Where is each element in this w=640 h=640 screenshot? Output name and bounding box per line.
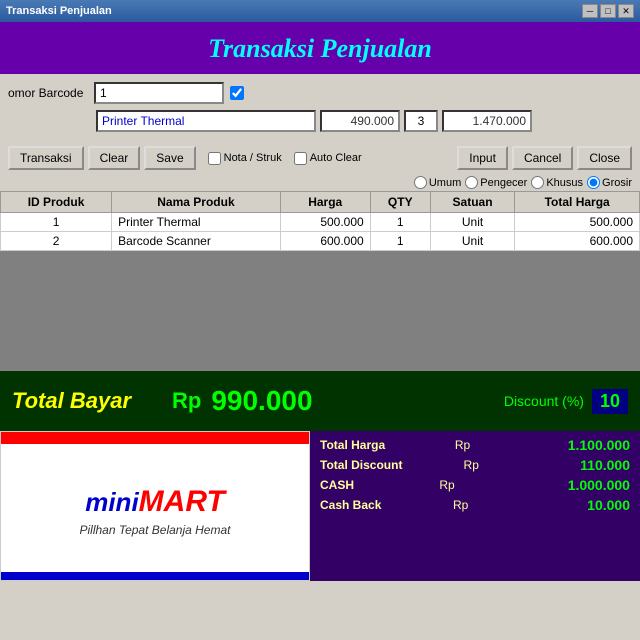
bottom-section: mini MART Pillhan Tepat Belanja Hemat To…: [0, 431, 640, 581]
radio-grosir-input[interactable]: [587, 176, 600, 189]
total-input[interactable]: [442, 110, 532, 132]
cell-name: Printer Thermal: [112, 213, 281, 232]
cell-name: Barcode Scanner: [112, 232, 281, 251]
cell-satuan: Unit: [430, 232, 515, 251]
summary-label: Total Harga: [320, 438, 385, 452]
minimize-button[interactable]: ─: [582, 4, 598, 18]
summary-row: Cash Back Rp 10.000: [320, 497, 630, 513]
product-table: ID Produk Nama Produk Harga QTY Satuan T…: [0, 191, 640, 251]
total-bayar-label: Total Bayar: [12, 388, 162, 414]
summary-value: 110.000: [540, 457, 630, 473]
maximize-button[interactable]: □: [600, 4, 616, 18]
logo-minimart: mini MART: [85, 485, 225, 519]
discount-label: Discount (%): [504, 393, 584, 409]
form-row2: [8, 110, 632, 132]
col-name: Nama Produk: [112, 192, 281, 213]
radio-khusus-input[interactable]: [531, 176, 544, 189]
summary-row: CASH Rp 1.000.000: [320, 477, 630, 493]
logo-mini: mini: [85, 487, 138, 518]
col-satuan: Satuan: [430, 192, 515, 213]
summary-rp: Rp: [464, 458, 479, 472]
col-harga: Harga: [280, 192, 370, 213]
cancel-button[interactable]: Cancel: [512, 146, 573, 170]
cell-total: 600.000: [515, 232, 640, 251]
barcode-input[interactable]: [94, 82, 224, 104]
radio-umum-input[interactable]: [414, 176, 427, 189]
price-input[interactable]: [320, 110, 400, 132]
col-total: Total Harga: [515, 192, 640, 213]
close-window-button[interactable]: ✕: [618, 4, 634, 18]
title-bar: Transaksi Penjualan ─ □ ✕: [0, 0, 640, 22]
summary-section: Total Harga Rp 1.100.000 Total Discount …: [310, 431, 640, 581]
cell-qty: 1: [370, 213, 430, 232]
summary-row: Total Harga Rp 1.100.000: [320, 437, 630, 453]
close-button[interactable]: Close: [577, 146, 632, 170]
summary-rp: Rp: [455, 438, 470, 452]
qty-input[interactable]: [404, 110, 438, 132]
summary-label: CASH: [320, 478, 354, 492]
nota-struk-label: Nota / Struk: [208, 152, 282, 165]
radio-khusus[interactable]: Khusus: [531, 176, 583, 189]
barcode-checkbox[interactable]: [230, 86, 244, 100]
table-empty: [0, 251, 640, 371]
summary-row: Total Discount Rp 110.000: [320, 457, 630, 473]
radio-grosir[interactable]: Grosir: [587, 176, 632, 189]
cell-id: 2: [1, 232, 112, 251]
summary-label: Total Discount: [320, 458, 402, 472]
total-bayar-bar: Total Bayar Rp 990.000 Discount (%) 10: [0, 371, 640, 431]
total-bayar-rp: Rp: [172, 388, 201, 414]
clear-button[interactable]: Clear: [88, 146, 141, 170]
radio-row: Umum Pengecer Khusus Grosir: [0, 174, 640, 191]
radio-umum[interactable]: Umum: [414, 176, 461, 189]
header-title: Transaksi Penjualan: [0, 34, 640, 64]
logo-blue-bar: [1, 572, 309, 580]
col-id: ID Produk: [1, 192, 112, 213]
logo-mart: MART: [139, 485, 225, 519]
save-button[interactable]: Save: [144, 146, 195, 170]
cell-total: 500.000: [515, 213, 640, 232]
input-button[interactable]: Input: [457, 146, 508, 170]
transaksi-button[interactable]: Transaksi: [8, 146, 84, 170]
cell-satuan: Unit: [430, 213, 515, 232]
radio-pengecer[interactable]: Pengecer: [465, 176, 527, 189]
title-bar-text: Transaksi Penjualan: [6, 5, 112, 17]
total-bayar-amount: 990.000: [211, 385, 312, 417]
cell-harga: 500.000: [280, 213, 370, 232]
product-name-input[interactable]: [96, 110, 316, 132]
summary-value: 1.000.000: [540, 477, 630, 493]
col-qty: QTY: [370, 192, 430, 213]
title-bar-buttons: ─ □ ✕: [582, 4, 634, 18]
summary-label: Cash Back: [320, 498, 381, 512]
cell-qty: 1: [370, 232, 430, 251]
table-row[interactable]: 2 Barcode Scanner 600.000 1 Unit 600.000: [1, 232, 640, 251]
summary-rp: Rp: [453, 498, 468, 512]
auto-clear-checkbox[interactable]: [294, 152, 307, 165]
summary-value: 10.000: [540, 497, 630, 513]
header-section: Transaksi Penjualan: [0, 22, 640, 74]
buttons-row: Transaksi Clear Save Nota / Struk Auto C…: [0, 142, 640, 174]
cell-id: 1: [1, 213, 112, 232]
logo-red-bar: [1, 432, 309, 444]
discount-value: 10: [592, 389, 628, 414]
summary-value: 1.100.000: [540, 437, 630, 453]
barcode-label: omor Barcode: [8, 86, 88, 100]
table-area: ID Produk Nama Produk Harga QTY Satuan T…: [0, 191, 640, 371]
form-row1: omor Barcode: [8, 82, 632, 104]
summary-rp: Rp: [439, 478, 454, 492]
table-row[interactable]: 1 Printer Thermal 500.000 1 Unit 500.000: [1, 213, 640, 232]
radio-pengecer-input[interactable]: [465, 176, 478, 189]
logo-tagline: Pillhan Tepat Belanja Hemat: [80, 523, 231, 537]
form-area: omor Barcode: [0, 74, 640, 142]
nota-struk-checkbox[interactable]: [208, 152, 221, 165]
logo-section: mini MART Pillhan Tepat Belanja Hemat: [0, 431, 310, 581]
main-window: Transaksi Penjualan omor Barcode Transak…: [0, 22, 640, 640]
cell-harga: 600.000: [280, 232, 370, 251]
auto-clear-label: Auto Clear: [294, 152, 362, 165]
